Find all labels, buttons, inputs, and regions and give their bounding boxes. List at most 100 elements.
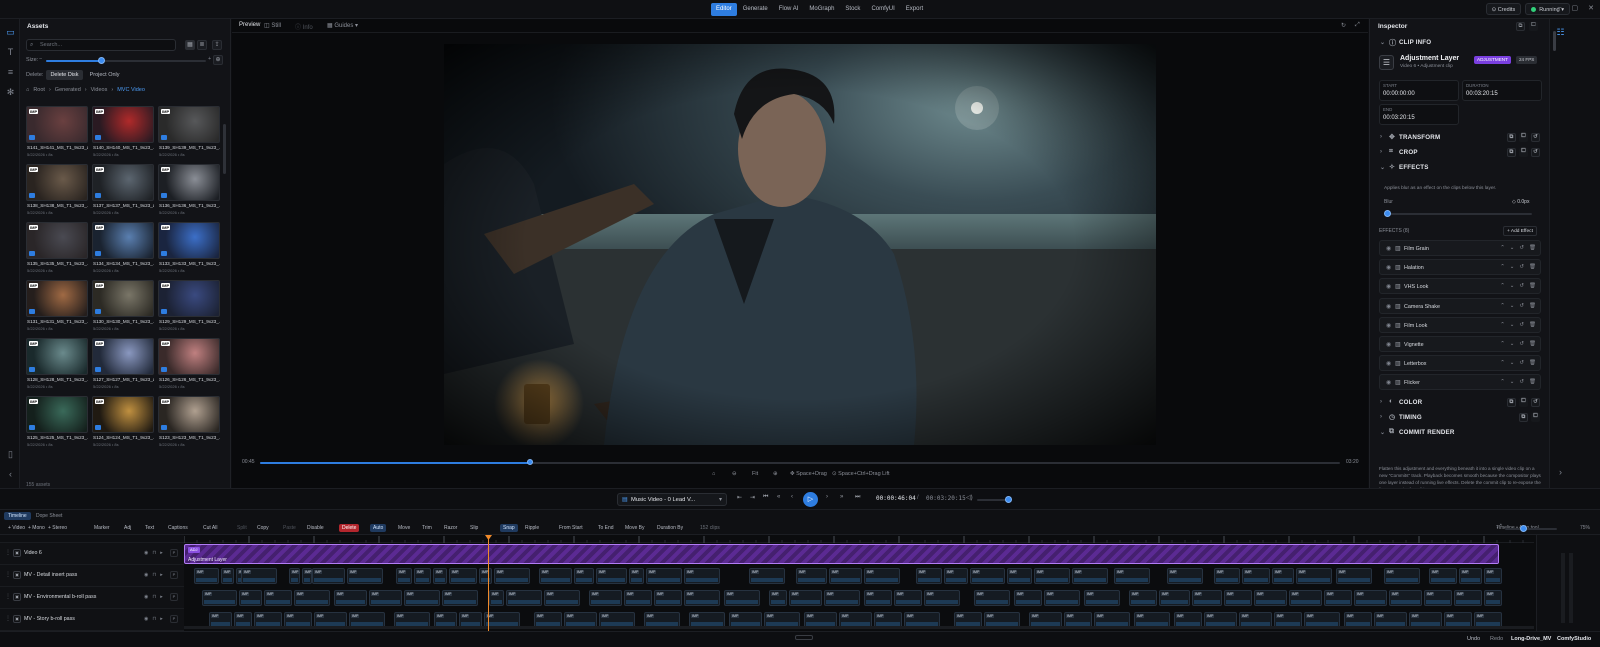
asset-tile[interactable]: IMP S133_SH133_MS_T1_9x23_... 5/22/2026 • …	[158, 222, 220, 277]
timeline-clip[interactable]: IMP	[433, 568, 447, 584]
track-options-icon[interactable]: P	[170, 615, 178, 623]
reset-icon[interactable]: ↺	[1519, 303, 1524, 309]
move-down-icon[interactable]: ⌄	[1510, 283, 1515, 289]
timeline-clip[interactable]: IMP	[289, 568, 300, 584]
volume-icon[interactable]: ◁)	[966, 494, 973, 501]
tab-guides[interactable]: ▦ Guides ▾	[327, 22, 358, 29]
sliders-icon[interactable]: ≡	[5, 67, 16, 78]
section-crop[interactable]: › ⌗ CROP ⧉ ⧠ ↺	[1370, 147, 1550, 159]
timeline-zoom-track[interactable]	[1505, 528, 1557, 530]
panel-toggle-icon[interactable]: ▯	[5, 449, 16, 460]
track-header[interactable]: ⋮ ▣ MV - Story b-roll pass ◉ ⊓ ▸ P	[0, 609, 184, 631]
asset-tile[interactable]: IMP S127_SH127_MS_T1_9x23_a... 5/22/2026 •…	[92, 338, 154, 393]
trash-icon[interactable]: 🗑	[1529, 379, 1536, 385]
timeline-clip[interactable]: IMP	[1384, 568, 1420, 584]
move-down-icon[interactable]: ⌄	[1510, 341, 1515, 347]
toolbar-duration-by[interactable]: Duration By	[657, 524, 683, 532]
effect-row[interactable]: ◉ ▥ Halation ⌃ ⌄ ↺ 🗑	[1379, 259, 1541, 276]
timeline-clip[interactable]: IMP	[347, 568, 383, 584]
timeline-clip[interactable]: IMP	[1429, 568, 1457, 584]
timeline-clip[interactable]: IMP	[916, 568, 942, 584]
menu-tab-stock[interactable]: Stock	[840, 3, 865, 16]
effect-row[interactable]: ◉ ▥ Flicker ⌃ ⌄ ↺ 🗑	[1379, 374, 1541, 391]
toolbar-copy[interactable]: Copy	[257, 524, 269, 532]
timeline-clip[interactable]: IMP	[202, 590, 237, 606]
asset-tile[interactable]: IMP S138_SH138_MS_T1_9x23_... 5/22/2026 • …	[26, 164, 88, 219]
reset-icon[interactable]: ↺	[1519, 341, 1524, 347]
assets-search-input[interactable]: ⌕ Search...	[26, 39, 176, 51]
scrub-knob[interactable]	[527, 459, 533, 465]
asset-tile[interactable]: IMP S128_SH128_MS_T1_9x23_... 5/22/2026 • …	[26, 338, 88, 393]
trash-icon[interactable]: 🗑	[1529, 245, 1536, 251]
inspector-scrollbar[interactable]	[1553, 31, 1556, 51]
mute-icon[interactable]: ▸	[160, 550, 163, 556]
move-down-icon[interactable]: ⌄	[1510, 245, 1515, 251]
preview-scrubber[interactable]: 00:45 03:20	[242, 459, 1362, 466]
toolbar-paste[interactable]: Paste	[283, 524, 296, 532]
timeline-clip[interactable]: IMP	[684, 590, 720, 606]
timeline-clip[interactable]: IMP	[1454, 590, 1482, 606]
move-up-icon[interactable]: ⌃	[1500, 303, 1505, 309]
trash-icon[interactable]: 🗑	[1529, 360, 1536, 366]
grid-view-icon[interactable]: ▦	[185, 40, 195, 50]
track-options-icon[interactable]: P	[170, 549, 178, 557]
asset-tile[interactable]: IMP S131_SH131_MS_T1_9x23_... 5/22/2026 • …	[26, 280, 88, 335]
toolbar-video[interactable]: + Video	[8, 524, 25, 532]
copy-icon[interactable]: ⧉	[1507, 398, 1516, 407]
tab-still[interactable]: ◫ Still	[264, 22, 281, 29]
timeline-clip[interactable]: IMP	[544, 590, 580, 606]
effect-row[interactable]: ◉ ▥ VHS Look ⌃ ⌄ ↺ 🗑	[1379, 278, 1541, 295]
asset-tile[interactable]: IMP S130_SH130_MS_T1_9x23_... 5/22/2026 • …	[92, 280, 154, 335]
tab-preview[interactable]: Preview	[239, 22, 260, 28]
timeline-clip[interactable]: IMP	[684, 568, 720, 584]
timeline-clip[interactable]: IMP	[1484, 568, 1502, 584]
toolbar-split[interactable]: Split	[237, 524, 247, 532]
home-view-icon[interactable]: ⌂	[712, 471, 715, 477]
timeline-clip[interactable]: IMP	[221, 568, 234, 584]
timeline-clip[interactable]: IMP	[654, 590, 682, 606]
timeline-clip[interactable]: IMP	[442, 590, 478, 606]
size-plus-icon[interactable]: +	[208, 56, 211, 62]
drag-handle-icon[interactable]: ⋮	[5, 571, 11, 578]
track-header[interactable]: ⋮ ▣ MV - Detail insert pass ◉ ⊓ ▸ P	[0, 565, 184, 587]
reset-icon[interactable]: ↺	[1531, 148, 1540, 157]
toolbar-delete[interactable]: Delete	[339, 524, 360, 532]
reset-icon[interactable]: ↺	[1519, 283, 1524, 289]
toolbar-move-by[interactable]: Move By	[625, 524, 644, 532]
sliders-icon[interactable]: ☷	[1555, 27, 1566, 38]
visibility-eye-icon[interactable]: ◉	[1386, 245, 1391, 252]
minimize-icon[interactable]: –	[1558, 4, 1562, 12]
reset-icon[interactable]: ↺	[1531, 398, 1540, 407]
undo-button[interactable]: Undo	[1467, 636, 1480, 642]
timeline-clip[interactable]: IMP	[414, 568, 431, 584]
timeline-zoom-knob[interactable]	[1520, 525, 1527, 532]
track-header[interactable]: ⋮ ▣ Video 6 ◉ ⊓ ▸ P	[0, 543, 184, 565]
timeline-clip[interactable]: IMP	[404, 590, 440, 606]
breadcrumb-root[interactable]: Root	[33, 87, 45, 93]
asset-tile[interactable]: IMP S139_SH139_MS_T1_9x23_... 5/22/2026 • …	[158, 106, 220, 161]
trash-icon[interactable]: 🗑	[1529, 303, 1536, 309]
mute-icon[interactable]: ▸	[160, 572, 163, 578]
trash-icon[interactable]: 🗑	[1529, 283, 1536, 289]
paste-icon[interactable]: ⧠	[1529, 22, 1538, 31]
step-back-icon[interactable]: ‹	[791, 494, 793, 500]
timeline-clip[interactable]: IMP	[824, 590, 860, 606]
duration-field[interactable]: DURATION 00:03:20:15	[1462, 80, 1542, 101]
lock-icon[interactable]: ⊓	[152, 572, 156, 578]
asset-tile[interactable]: IMP S125_SH125_MS_T1_9x23_... 5/22/2026 • …	[26, 396, 88, 451]
timeline-clip[interactable]: IMP	[1289, 590, 1322, 606]
track-options-icon[interactable]: P	[170, 593, 178, 601]
paste-icon[interactable]: ⧠	[1531, 413, 1540, 422]
timeline-clip[interactable]: IMP	[1242, 568, 1270, 584]
move-down-icon[interactable]: ⌄	[1510, 303, 1515, 309]
eye-icon[interactable]: ◉	[144, 616, 148, 622]
tab-timeline[interactable]: Timeline	[4, 512, 31, 520]
effect-row[interactable]: ◉ ▥ Letterbox ⌃ ⌄ ↺ 🗑	[1379, 355, 1541, 372]
timeline-clip[interactable]: IMP	[749, 568, 785, 584]
visibility-eye-icon[interactable]: ◉	[1386, 322, 1391, 329]
visibility-eye-icon[interactable]: ◉	[1386, 341, 1391, 348]
asset-scrollbar[interactable]	[223, 124, 226, 174]
prev-edit-icon[interactable]: ⏮	[763, 494, 768, 501]
toolbar-snap[interactable]: Snap	[500, 524, 518, 532]
timeline-ruler[interactable]	[183, 535, 1534, 543]
